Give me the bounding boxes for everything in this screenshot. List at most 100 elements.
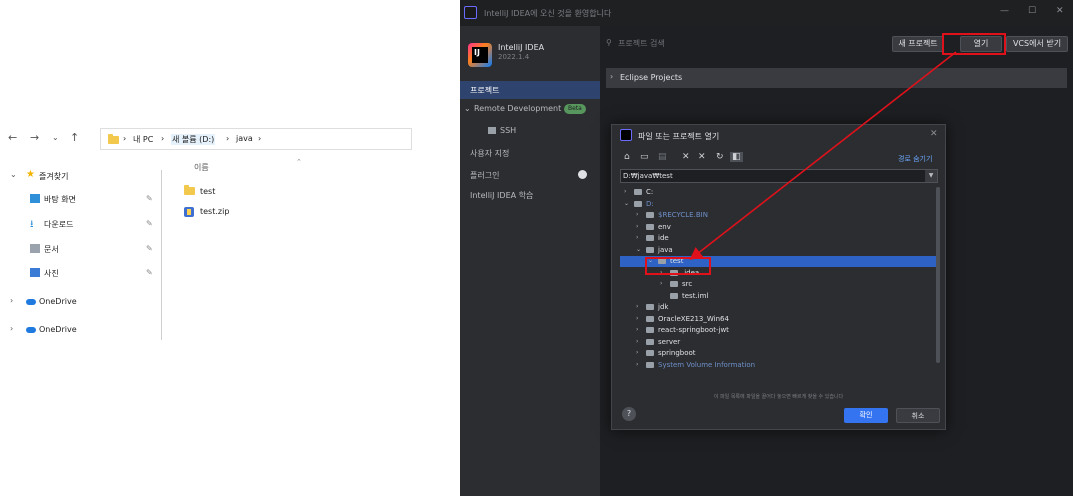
sidebar-item-label: 즐겨찾기	[39, 172, 69, 181]
ssh-icon	[488, 127, 496, 134]
tree-item-oraclexe213-win64[interactable]: › OracleXE213_Win64	[620, 314, 938, 325]
breadcrumb-this-pc[interactable]: 내 PC	[133, 134, 153, 145]
chevron-right-icon[interactable]: ›	[636, 349, 638, 356]
forward-icon[interactable]: →	[30, 131, 39, 144]
sidebar-item-label: SSH	[500, 126, 517, 135]
chevron-down-icon[interactable]: ⌄	[10, 170, 17, 179]
chevron-right-icon[interactable]: ›	[636, 223, 638, 230]
file-tree[interactable]: › C: ⌄ D: › $RECYCLE.BIN › env › ide ⌄ java ⌄ test › .i…	[620, 185, 938, 395]
desktop-icon[interactable]: ▭	[640, 152, 649, 162]
pin-icon[interactable]: ✎	[146, 219, 153, 228]
recent-locations-icon[interactable]: ⌄	[52, 133, 59, 142]
sidebar-item-remote-development[interactable]: ⌄ Remote Development Beta	[460, 100, 600, 118]
sidebar-item-label: 문서	[44, 245, 59, 254]
pin-icon[interactable]: ✎	[146, 194, 153, 203]
chevron-right-icon[interactable]: ›	[636, 234, 638, 241]
star-icon: ★	[26, 169, 35, 180]
download-icon: ⭳	[30, 219, 34, 230]
chevron-down-icon[interactable]: ▼	[925, 170, 937, 182]
minimize-icon[interactable]: —	[1000, 6, 1009, 16]
tree-item-c[interactable]: › C:	[620, 187, 938, 198]
tree-item-d[interactable]: ⌄ D:	[620, 199, 938, 210]
hide-path-link[interactable]: 경로 숨기기	[898, 154, 932, 164]
tree-item-env[interactable]: › env	[620, 222, 938, 233]
tree-item-ide[interactable]: › ide	[620, 233, 938, 244]
sidebar-item-projects[interactable]: 프로젝트	[460, 81, 600, 99]
chevron-right-icon[interactable]: ›	[624, 188, 626, 195]
tree-item-label: ide	[658, 234, 669, 242]
close-icon[interactable]: ✕	[930, 129, 938, 139]
title-bar: IntelliJ IDEA에 오신 것을 환영합니다 — ☐ ✕	[460, 0, 1073, 26]
tree-item-src[interactable]: › src	[620, 279, 938, 290]
pin-icon[interactable]: ✎	[146, 244, 153, 253]
chevron-right-icon[interactable]: ›	[10, 296, 13, 305]
tree-scrollbar[interactable]	[936, 187, 940, 363]
search-input[interactable]: 프로젝트 검색	[618, 38, 665, 49]
sidebar-item-documents[interactable]: 문서 ✎	[0, 243, 160, 259]
project-icon[interactable]: ▤	[658, 152, 667, 162]
sidebar-item-label: IntelliJ IDEA 학습	[470, 191, 534, 200]
tree-item-springboot[interactable]: › springboot	[620, 348, 938, 359]
chevron-right-icon[interactable]: ›	[636, 303, 638, 310]
breadcrumb-drive-d[interactable]: 새 볼륨 (D:)	[171, 134, 216, 145]
chevron-right-icon[interactable]: ›	[660, 280, 662, 287]
chevron-down-icon[interactable]: ⌄	[464, 104, 471, 113]
back-icon[interactable]: ←	[8, 131, 17, 144]
sidebar-item-customize[interactable]: 사용자 지정	[460, 144, 600, 162]
chevron-right-icon[interactable]: ›	[636, 361, 638, 368]
chevron-right-icon[interactable]: ›	[610, 72, 613, 81]
tree-item-react-springboot-jwt[interactable]: › react-springboot-jwt	[620, 325, 938, 336]
cancel-button[interactable]: 취소	[896, 408, 940, 423]
chevron-right-icon[interactable]: ›	[636, 211, 638, 218]
sidebar-item-onedrive[interactable]: › OneDrive	[0, 296, 160, 312]
sidebar-item-ssh[interactable]: SSH	[460, 122, 600, 140]
ok-button[interactable]: 확인	[844, 408, 888, 423]
sidebar-item-label: OneDrive	[39, 297, 77, 306]
chevron-right-icon[interactable]: ›	[636, 315, 638, 322]
sidebar-item-label: 사용자 지정	[470, 149, 510, 158]
intellij-logo-icon: IJ	[468, 43, 492, 67]
sidebar-item-quick-access[interactable]: ⌄ ★ 즐겨찾기	[0, 169, 160, 186]
sidebar-item-onedrive-2[interactable]: › OneDrive	[0, 324, 160, 340]
sidebar-item-plugins[interactable]: 플러그인	[460, 166, 600, 184]
chevron-right-icon[interactable]: ›	[636, 338, 638, 345]
address-bar[interactable]: › 내 PC › 새 볼륨 (D:) › java ›	[100, 128, 412, 150]
eclipse-projects-group[interactable]: › Eclipse Projects	[606, 68, 1067, 88]
home-icon[interactable]: ⌂	[624, 152, 630, 162]
sidebar-item-learn[interactable]: IntelliJ IDEA 학습	[460, 186, 600, 204]
new-project-button[interactable]: 새 프로젝트	[892, 36, 944, 52]
refresh-icon[interactable]: ↻	[716, 152, 724, 162]
tree-item-test-iml[interactable]: test.iml	[620, 291, 938, 302]
path-input[interactable]: D:₩java₩test ▼	[620, 169, 938, 183]
get-from-vcs-button[interactable]: VCS에서 받기	[1006, 36, 1068, 52]
folder-icon	[646, 350, 654, 356]
breadcrumb-java[interactable]: java	[236, 134, 253, 143]
close-icon[interactable]: ✕	[1056, 6, 1064, 16]
show-hidden-icon[interactable]: ◧	[730, 152, 743, 162]
tree-item-server[interactable]: › server	[620, 337, 938, 348]
file-name: test.zip	[200, 207, 230, 216]
address-row: ← → ⌄ ↑ › 내 PC › 새 볼륨 (D:) › java ›	[0, 128, 412, 150]
tree-item-recycle-bin[interactable]: › $RECYCLE.BIN	[620, 210, 938, 221]
sidebar-item-pictures[interactable]: 사진 ✎	[0, 267, 160, 283]
tree-item-jdk[interactable]: › jdk	[620, 302, 938, 313]
delete-icon[interactable]: ✕	[698, 152, 706, 162]
chevron-down-icon[interactable]: ⌄	[624, 200, 629, 207]
tree-item-system-volume-information[interactable]: › System Volume Information	[620, 360, 938, 371]
maximize-icon[interactable]: ☐	[1028, 6, 1036, 16]
cloud-icon	[26, 327, 36, 333]
chevron-right-icon[interactable]: ›	[636, 326, 638, 333]
up-icon[interactable]: ↑	[70, 131, 79, 144]
sidebar-item-downloads[interactable]: ⭳ 다운로드 ✎	[0, 218, 160, 234]
chevron-right-icon[interactable]: ›	[10, 324, 13, 333]
pin-icon[interactable]: ✎	[146, 268, 153, 277]
product-version: 2022.1.4	[498, 53, 530, 61]
tree-item-java[interactable]: ⌄ java	[620, 245, 938, 256]
new-folder-icon[interactable]: ✕	[682, 152, 690, 162]
pane-divider[interactable]	[161, 170, 162, 340]
sidebar-item-desktop[interactable]: 바탕 화면 ✎	[0, 193, 160, 209]
column-header-name[interactable]: 이름	[194, 162, 209, 173]
chevron-down-icon[interactable]: ⌄	[636, 246, 641, 253]
help-button[interactable]: ?	[622, 407, 636, 421]
dialog-title: 파일 또는 프로젝트 열기	[638, 132, 720, 141]
